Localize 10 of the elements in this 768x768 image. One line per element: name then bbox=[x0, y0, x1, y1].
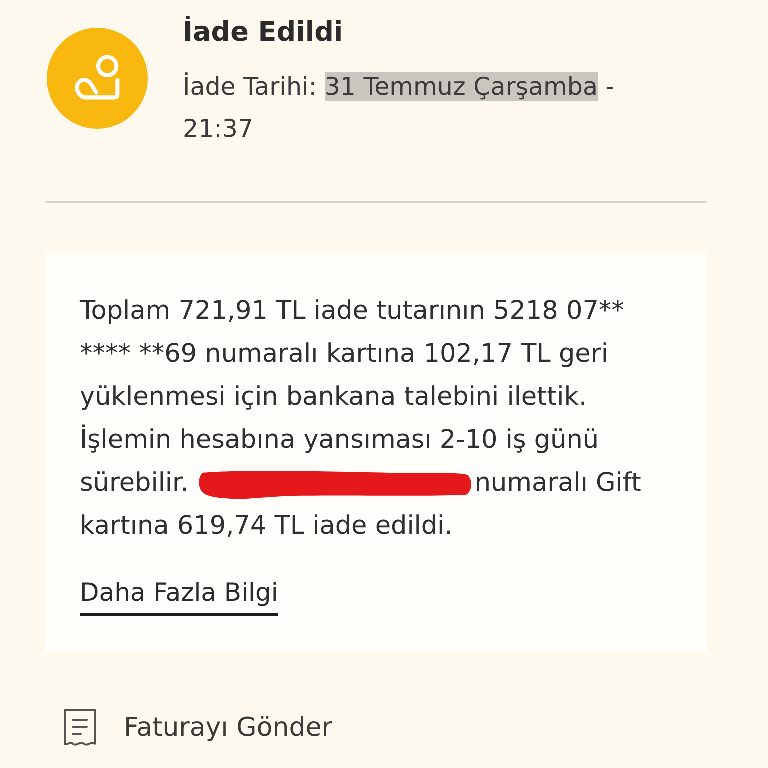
date-value: 31 Temmuz Çarşamba bbox=[324, 72, 598, 101]
status-title: İade Edildi bbox=[183, 15, 344, 50]
hand-coin-icon bbox=[47, 28, 148, 129]
date-separator: - bbox=[606, 72, 615, 101]
receipt-icon bbox=[62, 708, 98, 748]
send-invoice-link[interactable]: Faturayı Gönder bbox=[124, 713, 332, 743]
date-label: İade Tarihi: bbox=[183, 72, 318, 101]
more-info-link[interactable]: Daha Fazla Bilgi bbox=[80, 578, 278, 616]
time-text: 21:37 bbox=[183, 114, 254, 143]
refund-message: Toplam 721,91 TL iade tutarının 5218 07** **** **69 numaralı kartına 102,17 TL geri yüklenmesi için bankana talebini ilettik. İşlemin hesabına yansıması 2-10 iş günü sürebilir. numaralı Gift kartına 619,74 TL iade edildi. bbox=[80, 295, 642, 543]
